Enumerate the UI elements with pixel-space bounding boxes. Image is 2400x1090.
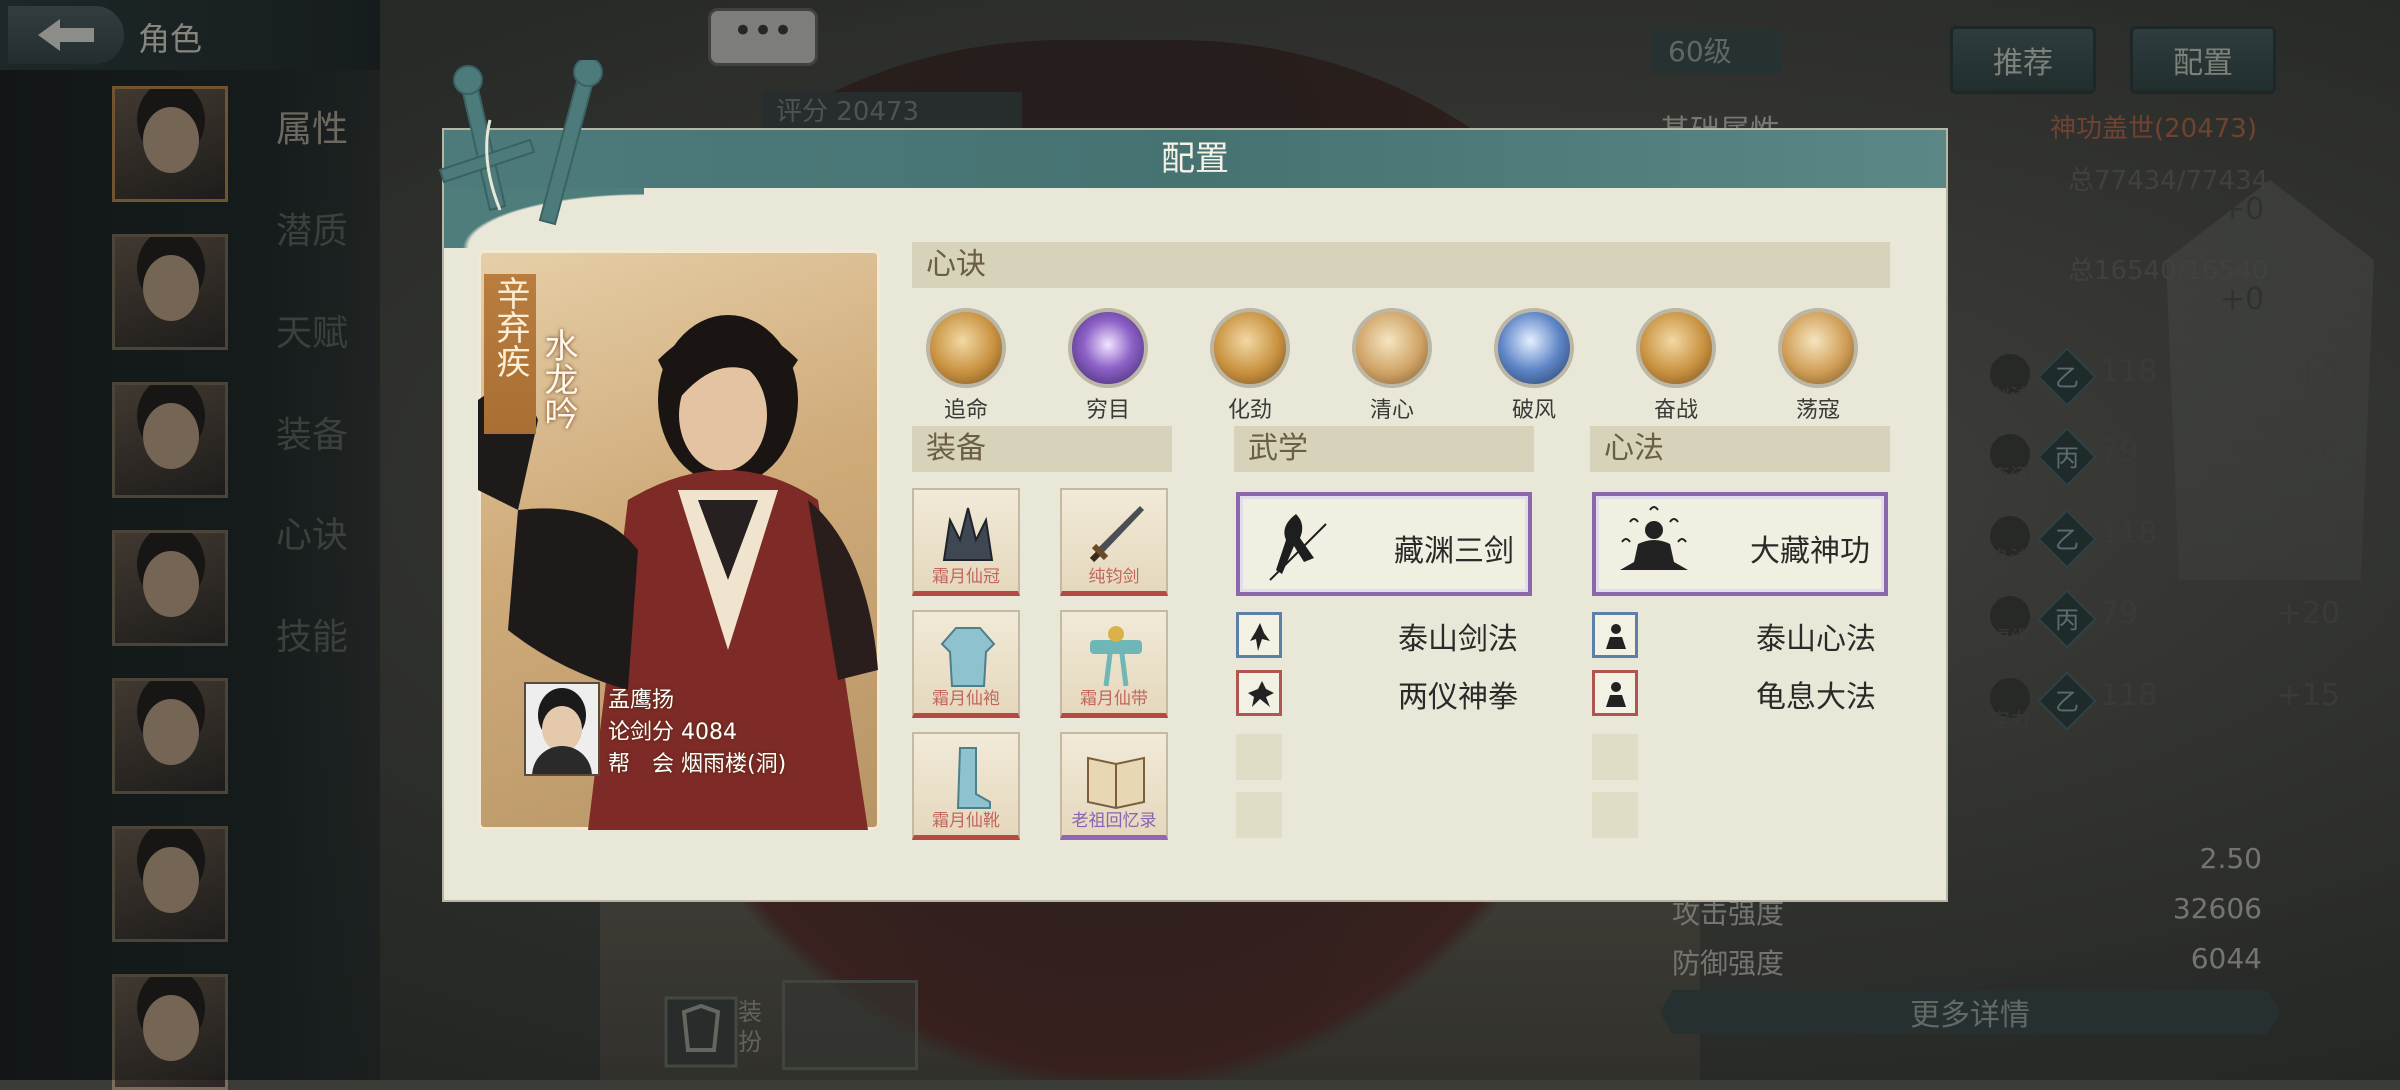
modal-header: 配置 [444,130,1946,188]
equipment-header: 装备 [912,426,1172,472]
duel-score-label: 论剑分 [608,720,675,745]
equipment-label: 纯钧剑 [1088,567,1140,587]
xinfa-header: 心法 [1590,426,1890,472]
equipment-slot-robe[interactable]: 霜月仙袍 [912,610,1020,718]
sword-icon [1089,506,1144,563]
equipment-label: 霜月仙带 [1080,689,1148,709]
equipment-slot-boots[interactable]: 霜月仙靴 [912,732,1020,840]
owner-duel-score: 论剑分 4084 [608,714,737,746]
sitting-figure-icon [1606,682,1626,707]
skill-orb-dangkou[interactable] [1778,308,1858,388]
skill-label: 破风 [1511,398,1556,423]
xinfa-main-slot[interactable]: 大藏神功 [1592,492,1888,596]
sitting-figure-icon [1606,624,1626,649]
hero-name: 辛弃疾 [490,276,530,378]
owner-avatar [524,682,600,776]
skill-orb-huajin[interactable] [1210,308,1290,388]
skill-label: 清心 [1369,398,1414,423]
book-icon [1087,756,1145,810]
owner-name: 孟鹰扬 [608,688,675,713]
skill-label: 穷目 [1085,398,1130,423]
wuxue-main-name: 藏渊三剑 [1394,534,1514,569]
xinfa-main-name: 大藏神功 [1750,534,1870,569]
boots-icon [956,747,991,809]
skill-label: 化劲 [1227,398,1272,423]
skill-orb-pofeng[interactable] [1494,308,1574,388]
wuxue-header: 武学 [1234,426,1534,472]
xinfa-empty-slot[interactable] [1592,792,1638,838]
xinfa-empty-slot[interactable] [1592,734,1638,780]
guild-value: 烟雨楼(洞) [681,752,787,777]
meditating-monk-icon [1620,506,1688,570]
xinfa-sub-slot[interactable] [1592,612,1638,658]
equipment-slot-weapon[interactable]: 纯钧剑 [1060,488,1168,596]
equipment-label: 老祖回忆录 [1071,811,1157,831]
wuxue-sub-slot[interactable] [1236,612,1282,658]
hero-title: 水龙吟 [538,328,578,430]
crossed-swords-decoration [438,60,603,226]
swordsman-icon [1269,514,1327,581]
wuxue-empty-slot[interactable] [1236,734,1282,780]
hero-card: 辛弃疾 水龙吟 孟鹰扬 论剑分 4084 帮 会 烟雨楼(洞) [478,250,880,830]
wuxue-sub-name: 两仪神拳 [1398,680,1518,715]
duel-score-value: 4084 [681,720,738,745]
equipment-slot-head[interactable]: 霜月仙冠 [912,488,1020,596]
skill-label: 追命 [943,398,988,423]
skill-orb-zhuiming[interactable] [926,308,1006,388]
wuxue-sub-name: 泰山剑法 [1398,622,1518,657]
xinfa-sub-name: 泰山心法 [1756,622,1876,657]
equipment-label: 霜月仙靴 [932,811,1000,831]
wuxue-main-slot[interactable]: 藏渊三剑 [1236,492,1532,596]
robe-icon [940,627,996,687]
skill-orb-qiongmu[interactable] [1068,308,1148,388]
fist-figure-icon [1248,681,1274,707]
belt-icon [1090,626,1142,687]
skill-orb-fenzhan[interactable] [1636,308,1716,388]
xinfa-sub-slot[interactable] [1592,670,1638,716]
guild-label: 帮 会 [608,752,675,777]
owner-guild: 帮 会 烟雨楼(洞) [608,746,786,778]
equipment-label: 霜月仙冠 [932,567,1000,587]
xinfa-sub-name: 龟息大法 [1756,680,1876,715]
skill-label: 奋战 [1653,398,1698,423]
skill-label: 荡寇 [1795,398,1840,423]
modal-title: 配置 [1161,139,1229,179]
equipment-label: 霜月仙袍 [932,689,1000,709]
equipment-slot-belt[interactable]: 霜月仙带 [1060,610,1168,718]
crown-icon [942,507,994,561]
skill-orb-qingxin[interactable] [1352,308,1432,388]
martial-figure-icon [1250,623,1270,651]
equipment-slot-book[interactable]: 老祖回忆录 [1060,732,1168,840]
wuxue-sub-slot[interactable] [1236,670,1282,716]
xinjue-header: 心诀 [912,242,1890,288]
wuxue-empty-slot[interactable] [1236,792,1282,838]
